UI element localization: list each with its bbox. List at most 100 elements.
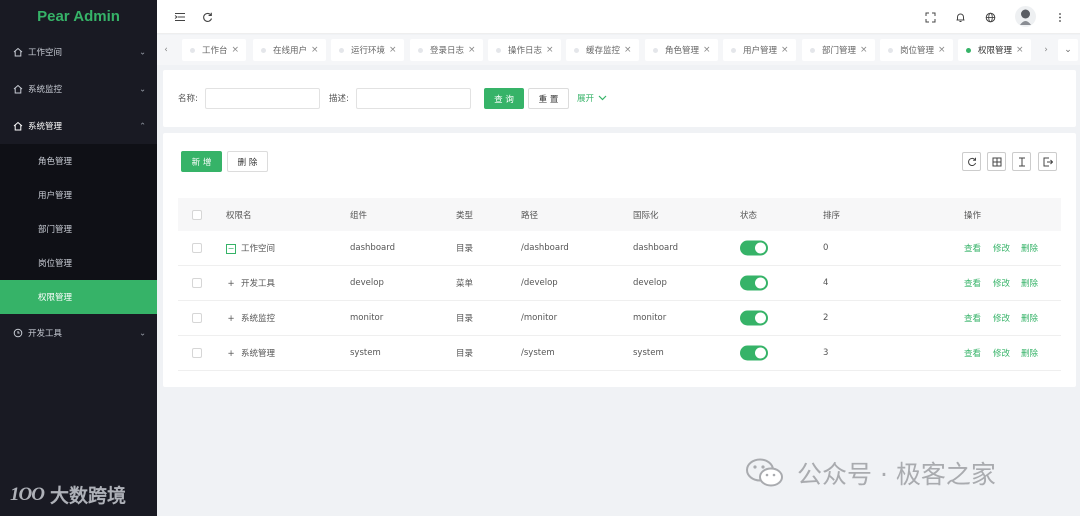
permission-name: 系统监控 <box>241 314 276 324</box>
bell-icon[interactable] <box>952 9 968 25</box>
submenu-item-permissions[interactable]: 权限管理 <box>0 280 157 314</box>
close-icon[interactable]: × <box>781 45 789 55</box>
tree-expanded-icon[interactable]: − <box>226 243 236 254</box>
columns-grid-icon[interactable] <box>987 152 1006 171</box>
status-toggle[interactable] <box>740 240 768 256</box>
type-cell: 目录 <box>456 314 474 324</box>
view-link[interactable]: 查看 <box>964 277 981 289</box>
permission-name: 工作空间 <box>241 244 276 254</box>
view-link[interactable]: 查看 <box>964 242 981 254</box>
delete-link[interactable]: 删除 <box>1021 242 1038 254</box>
tab-scroll-left-icon[interactable]: ‹ <box>159 39 173 61</box>
menu-collapse-icon[interactable] <box>172 9 188 25</box>
tab-roles[interactable]: 角色管理 × <box>645 39 718 61</box>
tree-collapsed-icon[interactable]: + <box>226 349 236 359</box>
tab-label: 工作台 <box>202 46 228 56</box>
tab-dot <box>339 47 344 53</box>
submenu-item-users[interactable]: 用户管理 <box>0 178 157 212</box>
i18n-cell: system <box>633 348 664 358</box>
top-header <box>157 0 1080 34</box>
tab-menu-chevron-icon[interactable]: ⌄ <box>1058 39 1078 61</box>
permission-table-panel: 新 增 删 除 权限名 组件 类型 路径 国际化 状态 排序 操作 − 工作空间 … <box>163 133 1076 387</box>
column-header: 国际化 <box>633 210 659 221</box>
row-checkbox[interactable] <box>192 243 202 253</box>
fullscreen-icon[interactable] <box>922 9 938 25</box>
name-input[interactable] <box>205 88 320 109</box>
toggle-knob <box>755 242 766 254</box>
close-icon[interactable]: × <box>546 45 554 55</box>
name-label: 名称: <box>178 94 198 104</box>
submenu-item-departments[interactable]: 部门管理 <box>0 212 157 246</box>
close-icon[interactable]: × <box>938 45 946 55</box>
submenu-item-roles[interactable]: 角色管理 <box>0 144 157 178</box>
edit-link[interactable]: 修改 <box>993 277 1010 289</box>
refresh-icon[interactable] <box>199 9 215 25</box>
view-link[interactable]: 查看 <box>964 347 981 359</box>
tree-collapsed-icon[interactable]: + <box>226 314 236 324</box>
tree-collapsed-icon[interactable]: + <box>226 279 236 289</box>
tab-runtime[interactable]: 运行环境 × <box>331 39 404 61</box>
row-checkbox[interactable] <box>192 348 202 358</box>
submenu-item-positions[interactable]: 岗位管理 <box>0 246 157 280</box>
user-avatar[interactable] <box>1015 6 1036 27</box>
print-icon[interactable] <box>1012 152 1031 171</box>
refresh-icon[interactable] <box>962 152 981 171</box>
status-toggle[interactable] <box>740 310 768 326</box>
tab-users[interactable]: 用户管理 × <box>723 39 796 61</box>
more-vertical-icon[interactable] <box>1052 9 1068 25</box>
path-cell: /develop <box>521 278 558 288</box>
view-link[interactable]: 查看 <box>964 312 981 324</box>
close-icon[interactable]: × <box>232 45 240 55</box>
delete-link[interactable]: 删除 <box>1021 277 1038 289</box>
tab-cache-monitor[interactable]: 缓存监控 × <box>566 39 639 61</box>
column-header: 排序 <box>823 210 841 221</box>
watermark-logo-mark: 1OO <box>10 483 45 505</box>
tab-login-log[interactable]: 登录日志 × <box>410 39 483 61</box>
export-icon[interactable] <box>1038 152 1057 171</box>
tab-permissions[interactable]: 权限管理 × <box>958 39 1031 61</box>
edit-link[interactable]: 修改 <box>993 347 1010 359</box>
row-checkbox[interactable] <box>192 278 202 288</box>
close-icon[interactable]: × <box>311 45 319 55</box>
menu-item-monitor[interactable]: 系统监控 ⌄ <box>0 70 157 107</box>
tab-operation-log[interactable]: 操作日志 × <box>488 39 561 61</box>
edit-link[interactable]: 修改 <box>993 242 1010 254</box>
status-toggle[interactable] <box>740 275 768 291</box>
chevron-up-icon: ⌃ <box>139 121 146 130</box>
reset-button[interactable]: 重 置 <box>528 88 569 109</box>
menu-item-system[interactable]: 系统管理 ⌃ <box>0 107 157 144</box>
delete-button[interactable]: 删 除 <box>227 151 268 172</box>
globe-icon[interactable] <box>982 9 998 25</box>
tab-positions[interactable]: 岗位管理 × <box>880 39 953 61</box>
delete-link[interactable]: 删除 <box>1021 347 1038 359</box>
component-cell: monitor <box>350 313 384 323</box>
select-all-checkbox[interactable] <box>192 209 202 220</box>
order-cell: 3 <box>823 348 829 358</box>
close-icon[interactable]: × <box>468 45 476 55</box>
row-checkbox[interactable] <box>192 313 202 323</box>
tab-dot <box>810 47 815 53</box>
status-toggle[interactable] <box>740 345 768 361</box>
close-icon[interactable]: × <box>624 45 632 55</box>
menu-item-label: 系统监控 <box>28 84 63 95</box>
watermark-wechat: 公众号 · 极客之家 <box>745 455 996 491</box>
delete-link[interactable]: 删除 <box>1021 312 1038 324</box>
close-icon[interactable]: × <box>1016 45 1024 55</box>
add-button[interactable]: 新 增 <box>181 151 222 172</box>
close-icon[interactable]: × <box>703 45 711 55</box>
query-button[interactable]: 查 询 <box>484 88 524 109</box>
close-icon[interactable]: × <box>389 45 397 55</box>
description-input[interactable] <box>356 88 471 109</box>
tab-workbench[interactable]: 工作台 × <box>182 39 247 61</box>
expand-label: 展开 <box>577 94 595 104</box>
path-cell: /dashboard <box>521 243 569 253</box>
component-cell: dashboard <box>350 243 395 253</box>
expand-link[interactable]: 展开 <box>577 92 607 104</box>
menu-item-workspace[interactable]: 工作空间 ⌄ <box>0 33 157 70</box>
tab-scroll-right-icon[interactable]: › <box>1039 39 1053 61</box>
close-icon[interactable]: × <box>860 45 868 55</box>
menu-item-devtools[interactable]: 开发工具 ⌄ <box>0 314 157 351</box>
tab-departments[interactable]: 部门管理 × <box>802 39 875 61</box>
tab-online-users[interactable]: 在线用户 × <box>253 39 326 61</box>
edit-link[interactable]: 修改 <box>993 312 1010 324</box>
